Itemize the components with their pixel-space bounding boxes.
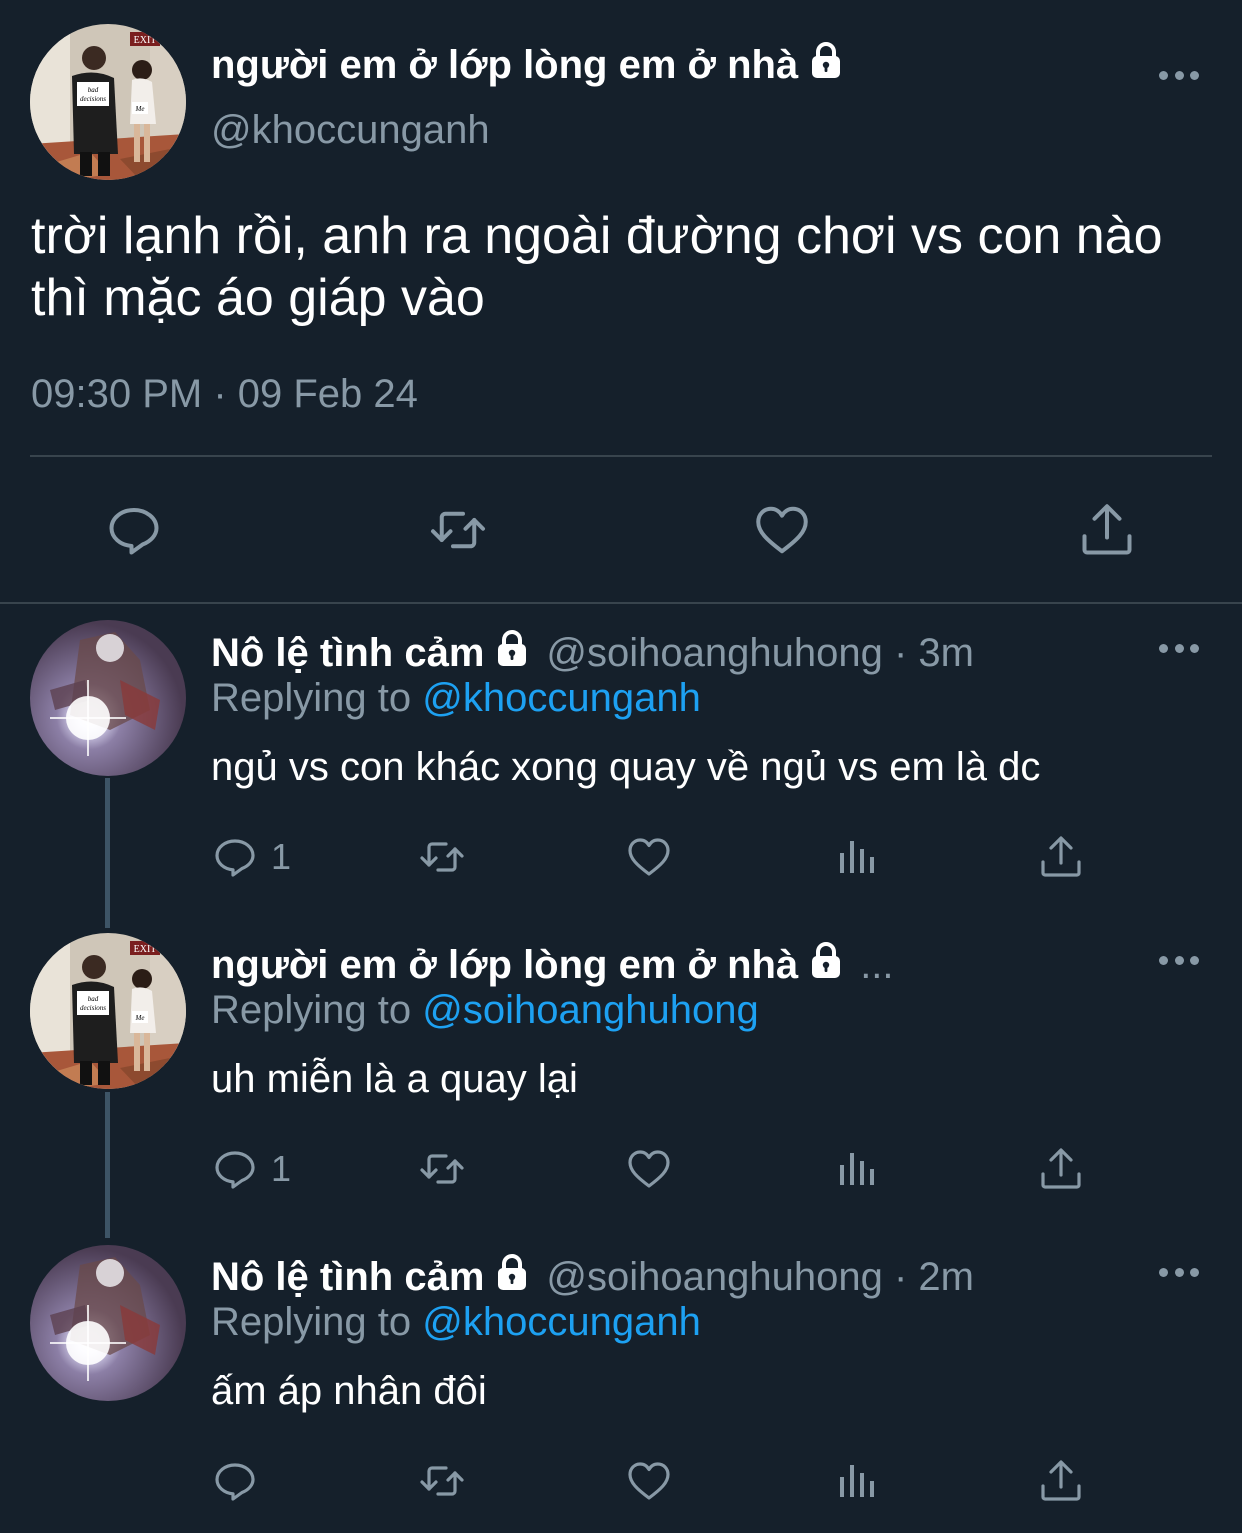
divider	[0, 602, 1242, 604]
reply-display-name: Nô lệ tình cảm	[211, 1254, 485, 1299]
share-button[interactable]	[1037, 1456, 1085, 1506]
like-icon	[625, 1145, 673, 1193]
replying-to-label: Replying to	[211, 676, 412, 720]
truncated-meta: ...	[860, 942, 894, 987]
reply-display-name: người em ở lớp lòng em ở nhà	[211, 942, 799, 987]
reply-avatar[interactable]	[30, 933, 186, 1089]
replying-to-label: Replying to	[211, 988, 412, 1032]
divider	[30, 455, 1212, 457]
lock-icon	[492, 628, 532, 678]
retweet-icon	[418, 1145, 466, 1193]
share-icon	[1037, 1145, 1085, 1193]
comment-icon	[211, 833, 259, 881]
comment-icon	[211, 1145, 259, 1193]
reply-button[interactable]	[104, 500, 164, 560]
like-button[interactable]	[625, 832, 673, 882]
share-button[interactable]	[1037, 832, 1085, 882]
retweet-button[interactable]	[418, 1456, 466, 1506]
analytics-button[interactable]	[832, 1456, 880, 1506]
tweet-thread-screen: người em ở lớp lòng em ở nhà @khoccungan…	[0, 0, 1242, 1533]
reply-author-line[interactable]: người em ở lớp lòng em ở nhà ...	[211, 940, 894, 990]
like-icon	[625, 1457, 673, 1505]
more-options-icon[interactable]	[1159, 954, 1199, 966]
like-button[interactable]	[625, 1144, 673, 1194]
more-options-icon[interactable]	[1159, 1266, 1199, 1278]
reply-handle-time: @soihoanghuhong · 2m	[546, 1254, 974, 1299]
reply-avatar[interactable]	[30, 620, 186, 776]
main-display-name: người em ở lớp lòng em ở nhà	[211, 42, 799, 87]
main-tweet-author-name[interactable]: người em ở lớp lòng em ở nhà	[211, 40, 846, 90]
reply-count: 1	[271, 836, 292, 877]
stats-icon	[832, 1457, 880, 1505]
like-icon	[752, 500, 812, 560]
main-tweet-avatar[interactable]	[30, 24, 186, 180]
reply-author-line[interactable]: Nô lệ tình cảm @soihoanghuhong · 2m	[211, 1252, 974, 1302]
reply-author-line[interactable]: Nô lệ tình cảm @soihoanghuhong · 3m	[211, 628, 974, 678]
replying-to-line: Replying to @khoccunganh	[211, 1300, 701, 1345]
more-options-icon[interactable]	[1159, 642, 1199, 654]
comment-icon	[211, 1457, 259, 1505]
share-icon	[1037, 833, 1085, 881]
stats-icon	[832, 1145, 880, 1193]
share-icon	[1037, 1457, 1085, 1505]
reply-avatar[interactable]	[30, 1245, 186, 1401]
lock-icon	[806, 40, 846, 90]
thread-line	[105, 1092, 110, 1238]
replying-to-line: Replying to @soihoanghuhong	[211, 988, 759, 1033]
reply-display-name: Nô lệ tình cảm	[211, 630, 485, 675]
thread-line	[105, 778, 110, 928]
lock-icon	[806, 940, 846, 990]
analytics-button[interactable]	[832, 1144, 880, 1194]
reply-button[interactable]: 1	[211, 1144, 291, 1194]
main-tweet-timestamp[interactable]: 09:30 PM · 09 Feb 24	[31, 372, 418, 417]
replying-to-label: Replying to	[211, 1300, 412, 1344]
reply-button[interactable]: 1	[211, 832, 291, 882]
reply-text: ngủ vs con khác xong quay về ngủ vs em l…	[211, 745, 1041, 789]
more-options-icon[interactable]	[1159, 69, 1199, 81]
replying-to-mention[interactable]: @khoccunganh	[422, 1300, 701, 1344]
main-tweet-text: trời lạnh rồi, anh ra ngoài đường chơi v…	[31, 207, 1163, 327]
main-tweet-handle[interactable]: @khoccunganh	[211, 108, 490, 153]
reply-button[interactable]	[211, 1456, 271, 1506]
replying-to-mention[interactable]: @khoccunganh	[422, 676, 701, 720]
comment-icon	[104, 500, 164, 560]
like-button[interactable]	[752, 500, 812, 560]
retweet-button[interactable]	[418, 1144, 466, 1194]
retweet-icon	[418, 833, 466, 881]
like-icon	[625, 833, 673, 881]
stats-icon	[832, 833, 880, 881]
retweet-button[interactable]	[428, 500, 488, 560]
lock-icon	[492, 1252, 532, 1302]
retweet-icon	[428, 500, 488, 560]
replying-to-mention[interactable]: @soihoanghuhong	[422, 988, 758, 1032]
share-button[interactable]	[1037, 1144, 1085, 1194]
reply-text: uh miễn là a quay lại	[211, 1057, 578, 1101]
reply-text: ấm áp nhân đôi	[211, 1369, 487, 1413]
replying-to-line: Replying to @khoccunganh	[211, 676, 701, 721]
like-button[interactable]	[625, 1456, 673, 1506]
analytics-button[interactable]	[832, 832, 880, 882]
share-button[interactable]	[1077, 500, 1137, 560]
share-icon	[1077, 500, 1137, 560]
reply-count: 1	[271, 1148, 292, 1189]
retweet-button[interactable]	[418, 832, 466, 882]
retweet-icon	[418, 1457, 466, 1505]
reply-handle-time: @soihoanghuhong · 3m	[546, 630, 974, 675]
